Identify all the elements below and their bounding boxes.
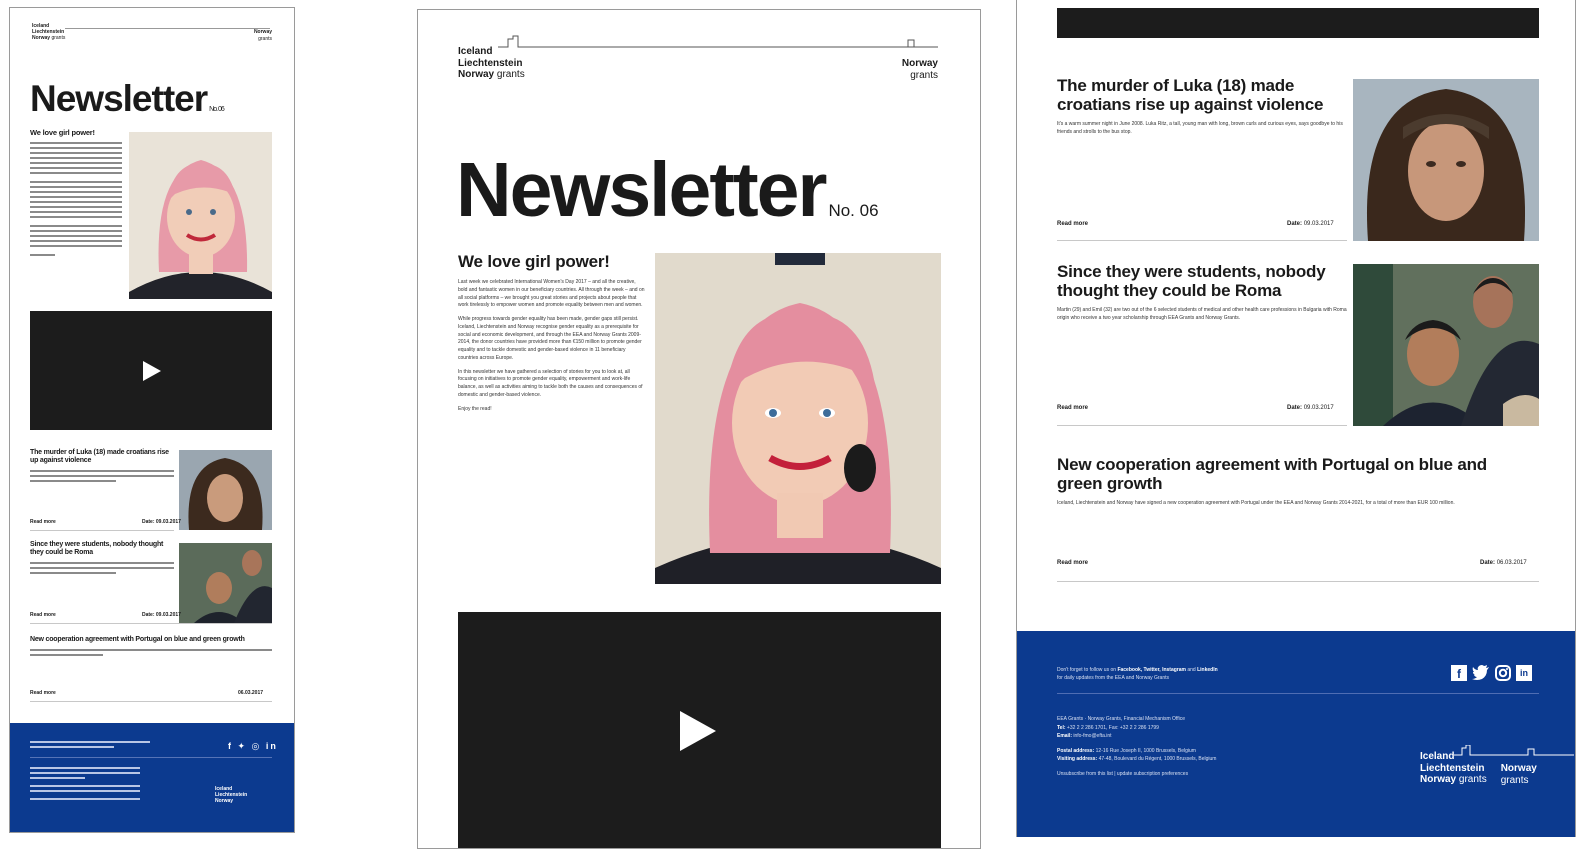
lead-article: We love girl power! Last week we celebra… bbox=[458, 252, 645, 412]
article-3: New cooperation agreement with Portugal … bbox=[1057, 455, 1487, 507]
article-1: The murder of Luka (18) made croatians r… bbox=[1057, 76, 1343, 135]
article-date: Date: 06.03.2017 bbox=[1480, 560, 1527, 566]
article-date: Date: 09.03.2017 bbox=[1287, 405, 1334, 411]
logo-block: Iceland Liechtenstein Norway grants bbox=[32, 23, 66, 41]
newsletter-title: Newsletter No. 06 bbox=[30, 78, 225, 119]
logo-skyline-icon bbox=[498, 35, 938, 48]
video-player[interactable] bbox=[30, 311, 272, 430]
article-3-small: New cooperation agreement with Portugal … bbox=[30, 636, 272, 659]
video-player[interactable] bbox=[458, 612, 941, 848]
social-icons: f in bbox=[1451, 665, 1532, 681]
footer-logo: Iceland Liechtenstein Norway grants Norw… bbox=[1420, 745, 1574, 786]
logo-right: Norway grants bbox=[901, 58, 938, 81]
article-1-small: The murder of Luka (18) made croatians r… bbox=[30, 449, 174, 485]
read-more-link[interactable]: Read more bbox=[30, 519, 56, 525]
students-photo-small bbox=[179, 543, 272, 623]
lead-photo bbox=[655, 253, 941, 584]
email-link[interactable]: info-fmo@efta.int bbox=[1073, 733, 1111, 739]
read-more-link[interactable]: Read more bbox=[1057, 560, 1088, 566]
contact-info: EEA Grants · Norway Grants, Financial Me… bbox=[1057, 715, 1357, 778]
young-man-portrait-image bbox=[1353, 79, 1539, 241]
play-icon[interactable] bbox=[680, 711, 716, 751]
read-more-link[interactable]: Read more bbox=[30, 690, 56, 696]
luka-photo-small bbox=[179, 450, 272, 530]
linkedin-link[interactable]: LinkedIn bbox=[1197, 667, 1218, 673]
facebook-icon[interactable]: f bbox=[1451, 665, 1467, 681]
read-more-link[interactable]: Read more bbox=[1057, 221, 1088, 227]
lead-photo bbox=[129, 132, 272, 299]
follow-text: Don't forget to follow us on Facebook, T… bbox=[1057, 667, 1218, 681]
lead-article: We love girl power! bbox=[30, 128, 122, 259]
two-men-photo-image bbox=[1353, 264, 1539, 426]
read-more-link[interactable]: Read more bbox=[1057, 405, 1088, 411]
luka-photo bbox=[1353, 79, 1539, 241]
footer-small: f ✦ ◎ in Iceland Liechtenstein Norway bbox=[10, 723, 294, 832]
play-icon[interactable] bbox=[143, 361, 161, 381]
articles-panel: The murder of Luka (18) made croatians r… bbox=[1016, 0, 1576, 837]
unsubscribe-link[interactable]: Unsubscribe from this list | update subs… bbox=[1057, 770, 1357, 779]
logo-skyline-icon bbox=[1454, 745, 1574, 756]
twitter-icon[interactable] bbox=[1472, 665, 1490, 681]
newsletter-title: Newsletter No. 06 bbox=[456, 147, 879, 233]
woman-portrait-image bbox=[655, 253, 941, 584]
logo-right: Norway grants bbox=[253, 29, 272, 42]
overview-panel: Iceland Liechtenstein Norway grants Norw… bbox=[9, 7, 295, 833]
article-date: Date: 09.03.2017 bbox=[1287, 221, 1334, 227]
article-2-small: Since they were students, nobody thought… bbox=[30, 541, 174, 577]
social-links[interactable]: Facebook, Twitter, Instagram bbox=[1117, 667, 1186, 673]
students-photo bbox=[1353, 264, 1539, 426]
woman-portrait-image bbox=[129, 132, 272, 299]
linkedin-icon[interactable]: in bbox=[1516, 665, 1532, 681]
footer: Don't forget to follow us on Facebook, T… bbox=[1017, 631, 1575, 837]
article-2: Since they were students, nobody thought… bbox=[1057, 262, 1347, 321]
read-more-link[interactable]: Read more bbox=[30, 612, 56, 618]
video-player-bottom[interactable] bbox=[1057, 8, 1539, 38]
social-icons-small: f ✦ ◎ in bbox=[228, 741, 278, 751]
header-panel: Iceland Liechtenstein Norway grants Norw… bbox=[417, 9, 981, 849]
instagram-icon[interactable] bbox=[1495, 665, 1511, 681]
